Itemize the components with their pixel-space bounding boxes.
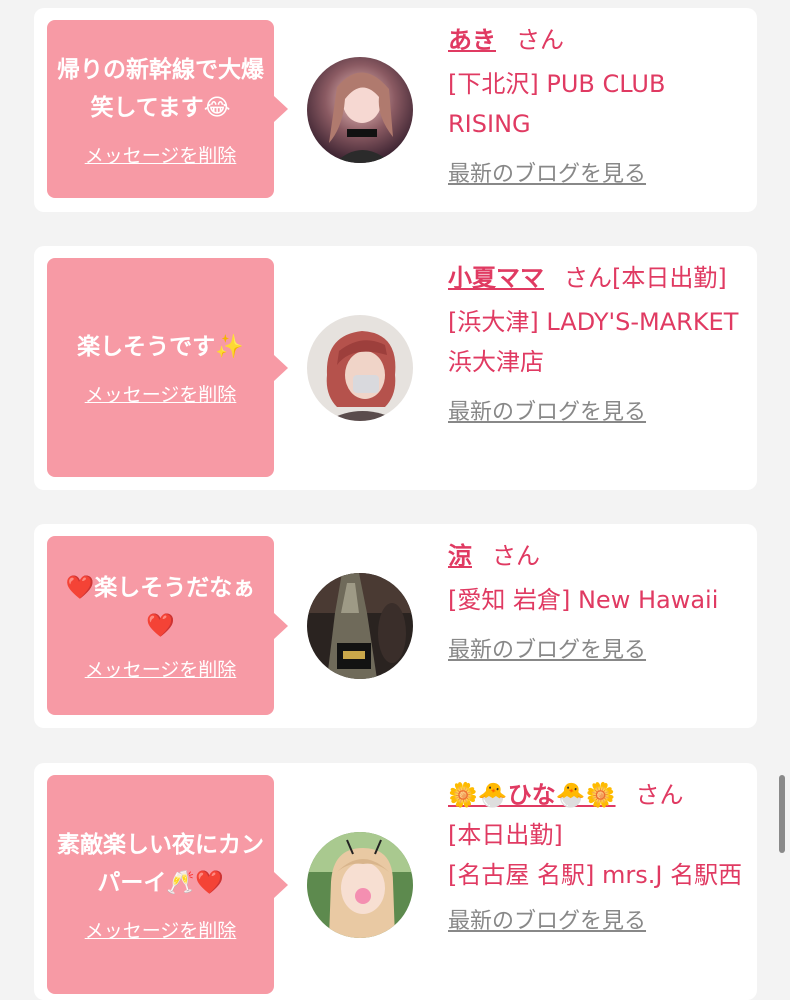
latest-blog-link[interactable]: 最新のブログを見る bbox=[448, 632, 646, 664]
avatar[interactable] bbox=[307, 57, 413, 163]
sender-info: あき さん [下北沢] PUB CLUB RISING 最新のブログを見る bbox=[448, 20, 748, 188]
message-card: 楽しそうです✨ メッセージを削除 小夏ママ さん[本日出勤] [浜大津] LADY… bbox=[34, 246, 757, 490]
avatar[interactable] bbox=[307, 832, 413, 938]
delete-message-link[interactable]: メッセージを削除 bbox=[85, 141, 237, 168]
avatar[interactable] bbox=[307, 315, 413, 421]
message-card: ❤️楽しそうだなぁ❤️ メッセージを削除 涼さん [愛知 岩倉] New Haw… bbox=[34, 524, 757, 728]
shop-label: [名古屋 名駅] mrs.J 名駅西 bbox=[448, 861, 743, 889]
latest-blog-link[interactable]: 最新のブログを見る bbox=[448, 394, 646, 426]
honorific-label: さん bbox=[516, 26, 564, 54]
latest-blog-link[interactable]: 最新のブログを見る bbox=[448, 156, 646, 188]
delete-message-link[interactable]: メッセージを削除 bbox=[85, 916, 237, 943]
message-card: 素敵楽しい夜にカンパーイ🥂❤️ メッセージを削除 🌼🐣ひな🐣🌼 さん [本日出勤]… bbox=[34, 763, 757, 1000]
delete-message-link[interactable]: メッセージを削除 bbox=[85, 655, 237, 682]
message-bubble: 素敵楽しい夜にカンパーイ🥂❤️ メッセージを削除 bbox=[47, 775, 288, 994]
scrollbar[interactable] bbox=[779, 775, 785, 853]
message-list: 帰りの新幹線で大爆笑してます😂 メッセージを削除 あき さん [下北沢] PUB… bbox=[0, 0, 790, 1000]
sender-name-link[interactable]: 🌼🐣ひな🐣🌼 bbox=[448, 781, 616, 809]
message-card: 帰りの新幹線で大爆笑してます😂 メッセージを削除 あき さん [下北沢] PUB… bbox=[34, 8, 757, 212]
honorific-label: さん bbox=[635, 781, 684, 809]
sender-name-link[interactable]: あき bbox=[448, 26, 496, 54]
sender-info: 小夏ママ さん[本日出勤] [浜大津] LADY'S-MARKET 浜大津店 最新… bbox=[448, 258, 748, 426]
honorific-label: さん[本日出勤] bbox=[564, 264, 727, 292]
shop-label: [愛知 岩倉] New Hawaii bbox=[448, 586, 719, 614]
message-text: 帰りの新幹線で大爆笑してます😂 bbox=[57, 56, 264, 121]
sender-name-link[interactable]: 小夏ママ bbox=[448, 264, 544, 292]
shop-label: [下北沢] PUB CLUB RISING bbox=[448, 70, 666, 138]
sender-info: 涼さん [愛知 岩倉] New Hawaii 最新のブログを見る bbox=[448, 536, 748, 664]
delete-message-link[interactable]: メッセージを削除 bbox=[85, 380, 237, 407]
message-text: ❤️楽しそうだなぁ❤️ bbox=[65, 575, 256, 639]
message-bubble: ❤️楽しそうだなぁ❤️ メッセージを削除 bbox=[47, 536, 288, 715]
message-bubble: 楽しそうです✨ メッセージを削除 bbox=[47, 258, 288, 477]
avatar[interactable] bbox=[307, 573, 413, 679]
shop-label: [浜大津] LADY'S-MARKET 浜大津店 bbox=[448, 308, 739, 376]
sender-info: 🌼🐣ひな🐣🌼 さん [本日出勤] [名古屋 名駅] mrs.J 名駅西 最新のブロ… bbox=[448, 775, 748, 935]
message-text: 素敵楽しい夜にカンパーイ🥂❤️ bbox=[57, 832, 264, 896]
message-text: 楽しそうです✨ bbox=[77, 334, 244, 360]
sender-name-link[interactable]: 涼 bbox=[448, 542, 472, 570]
message-bubble: 帰りの新幹線で大爆笑してます😂 メッセージを削除 bbox=[47, 20, 288, 198]
honorific-label: さん bbox=[492, 542, 540, 570]
status-label: [本日出勤] bbox=[448, 821, 563, 849]
latest-blog-link[interactable]: 最新のブログを見る bbox=[448, 903, 646, 935]
